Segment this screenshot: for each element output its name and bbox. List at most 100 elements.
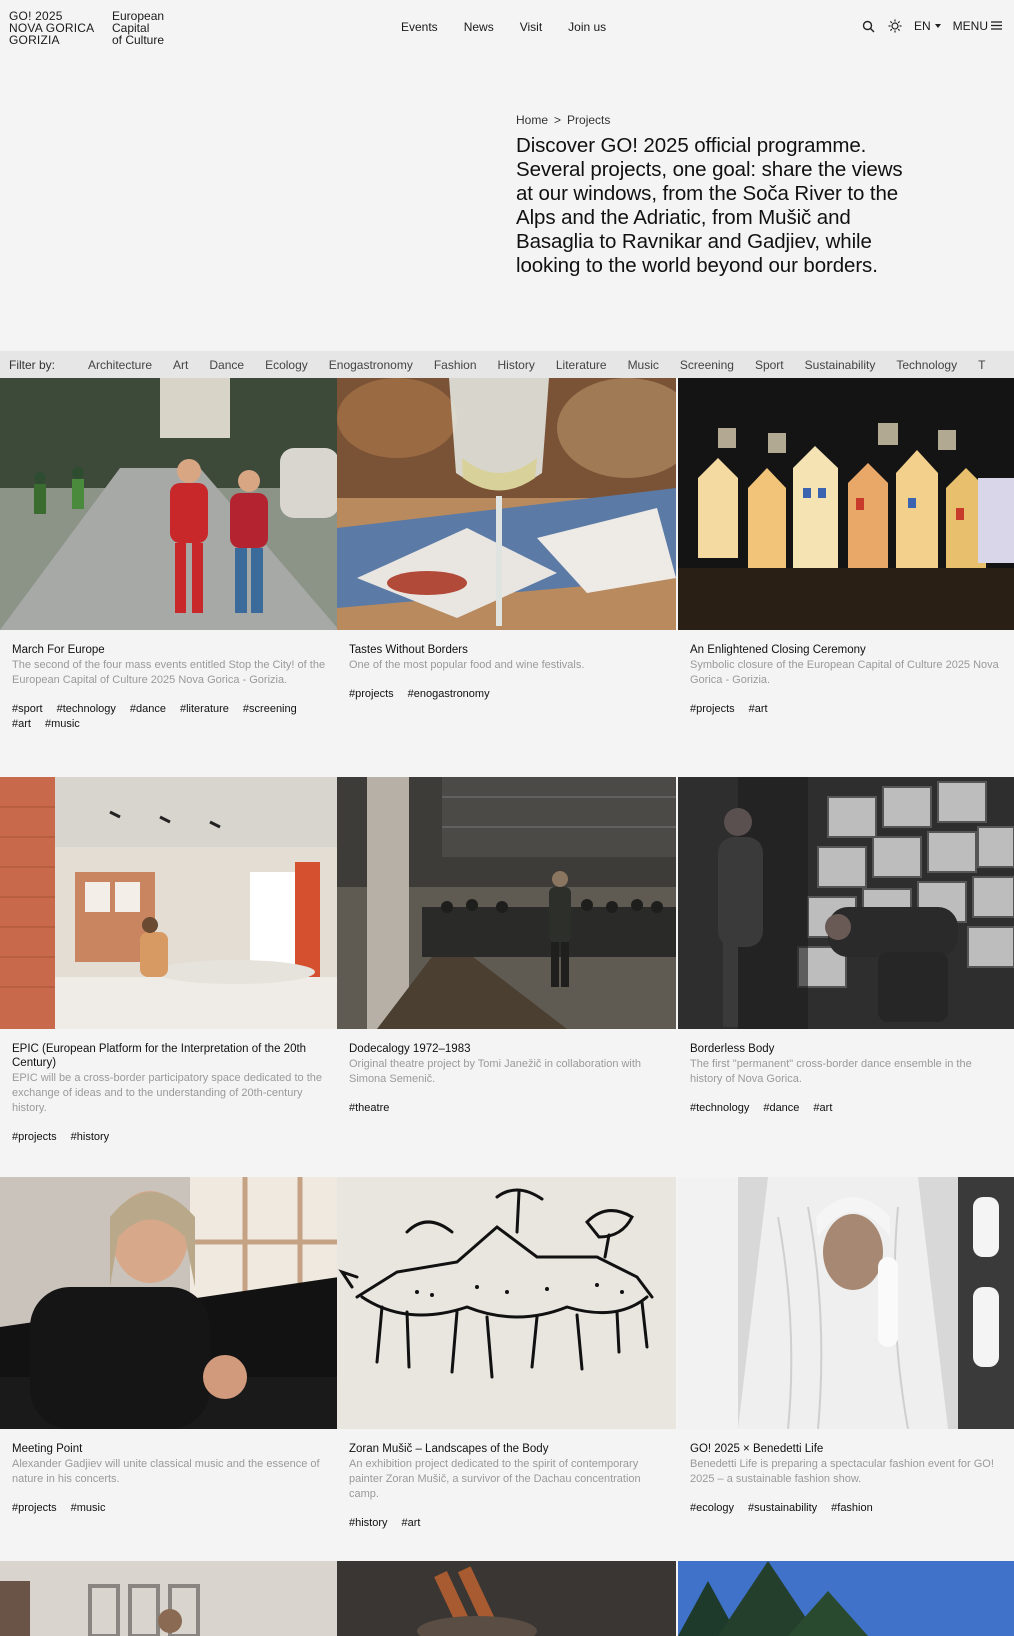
filter-technology[interactable]: Technology	[896, 358, 957, 372]
tag[interactable]: #projects	[349, 687, 394, 702]
tag[interactable]: #fashion	[831, 1501, 873, 1516]
project-description: One of the most popular food and wine fe…	[349, 659, 585, 671]
tag[interactable]: #history	[71, 1130, 110, 1145]
breadcrumb-current: Projects	[567, 113, 611, 127]
tag[interactable]: #sport	[12, 702, 43, 717]
project-image-borderless-body[interactable]	[678, 777, 1014, 1029]
project-title[interactable]: An Enlightened Closing Ceremony	[690, 643, 1002, 657]
project-image-epic[interactable]	[0, 777, 339, 1029]
search-icon[interactable]	[862, 19, 876, 33]
tag[interactable]: #music	[71, 1501, 106, 1516]
project-image-tastes[interactable]	[337, 378, 676, 630]
brightness-icon[interactable]	[888, 19, 902, 33]
filter-literature[interactable]: Literature	[556, 358, 607, 372]
tag[interactable]: #dance	[130, 702, 166, 717]
filter-enogastronomy[interactable]: Enogastronomy	[329, 358, 413, 372]
menu-button[interactable]: MENU	[953, 19, 1002, 33]
filter-list: Architecture Art Dance Ecology Enogastro…	[88, 358, 985, 372]
project-card[interactable]: March For Europe The second of the four …	[0, 378, 339, 732]
project-card[interactable]: Zoran Mušič – Landscapes of the Body An …	[337, 1177, 676, 1531]
filter-sustainability[interactable]: Sustainability	[805, 358, 876, 372]
hamburger-icon	[991, 19, 1002, 33]
tag[interactable]: #history	[349, 1516, 388, 1531]
project-image-zoran-music[interactable]	[337, 1177, 676, 1429]
tag[interactable]: #technology	[690, 1101, 749, 1116]
filter-sport[interactable]: Sport	[755, 358, 784, 372]
project-image-row4-1[interactable]	[0, 1561, 339, 1636]
project-description: EPIC will be a cross-border participator…	[12, 1072, 322, 1114]
project-card[interactable]: Meeting Point Alexander Gadjiev will uni…	[0, 1177, 339, 1516]
project-description: Original theatre project by Tomi Janežič…	[349, 1058, 642, 1085]
project-card[interactable]: EPIC (European Platform for the Interpre…	[0, 777, 339, 1145]
filter-screening[interactable]: Screening	[680, 358, 734, 372]
tag[interactable]: #dance	[763, 1101, 799, 1116]
tag[interactable]: #projects	[690, 702, 735, 717]
project-title[interactable]: Tastes Without Borders	[349, 643, 664, 657]
tag[interactable]: #screening	[243, 702, 297, 717]
project-image-closing[interactable]	[678, 378, 1014, 630]
project-description: Alexander Gadjiev will unite classical m…	[12, 1458, 320, 1485]
language-selector[interactable]: EN	[914, 19, 941, 33]
project-title[interactable]: GO! 2025 × Benedetti Life	[690, 1442, 1002, 1456]
project-title[interactable]: Borderless Body	[690, 1042, 1002, 1056]
filter-art[interactable]: Art	[173, 358, 188, 372]
project-tags: #sport #technology #dance #literature #s…	[12, 702, 327, 732]
project-card[interactable]	[337, 1561, 676, 1636]
tag[interactable]: #enogastronomy	[408, 687, 490, 702]
project-description: Symbolic closure of the European Capital…	[690, 659, 999, 686]
filter-fashion[interactable]: Fashion	[434, 358, 477, 372]
tag[interactable]: #sustainability	[748, 1501, 817, 1516]
logo[interactable]: GO! 2025 NOVA GORICA GORIZIA	[9, 10, 94, 46]
filter-bar: Filter by: Architecture Art Dance Ecolog…	[0, 351, 1014, 378]
tag[interactable]: #art	[813, 1101, 832, 1116]
project-image-dodecalogy[interactable]	[337, 777, 676, 1029]
project-card[interactable]: GO! 2025 × Benedetti Life Benedetti Life…	[678, 1177, 1014, 1516]
main-nav: Events News Visit Join us	[401, 20, 606, 34]
project-image-row4-2[interactable]	[337, 1561, 676, 1636]
filter-music[interactable]: Music	[628, 358, 659, 372]
breadcrumb-separator: >	[554, 113, 562, 127]
filter-architecture[interactable]: Architecture	[88, 358, 152, 372]
tag[interactable]: #music	[45, 717, 80, 732]
tag[interactable]: #ecology	[690, 1501, 734, 1516]
caret-down-icon	[934, 24, 941, 28]
project-tags: #history #art	[349, 1516, 664, 1531]
project-title[interactable]: Dodecalogy 1972–1983	[349, 1042, 664, 1056]
filter-ecology[interactable]: Ecology	[265, 358, 308, 372]
tag[interactable]: #theatre	[349, 1101, 389, 1116]
tag[interactable]: #literature	[180, 702, 229, 717]
nav-join-us[interactable]: Join us	[568, 20, 606, 34]
tag[interactable]: #art	[749, 702, 768, 717]
nav-visit[interactable]: Visit	[520, 20, 542, 34]
project-card[interactable]: Borderless Body The first "permanent" cr…	[678, 777, 1014, 1116]
logo-sub-line: of Culture	[112, 33, 165, 47]
tag[interactable]: #art	[12, 717, 31, 732]
project-card[interactable]: Dodecalogy 1972–1983 Original theatre pr…	[337, 777, 676, 1116]
filter-history[interactable]: History	[498, 358, 535, 372]
project-title[interactable]: March For Europe	[12, 643, 327, 657]
breadcrumb-home[interactable]: Home	[516, 113, 548, 127]
nav-events[interactable]: Events	[401, 20, 438, 34]
project-title[interactable]: Zoran Mušič – Landscapes of the Body	[349, 1442, 664, 1456]
nav-news[interactable]: News	[464, 20, 494, 34]
project-tags: #projects #history	[12, 1130, 327, 1145]
logo-subtitle: European Capital of Culture	[112, 10, 164, 46]
project-description: The first "permanent" cross-border dance…	[690, 1058, 972, 1085]
project-image-march[interactable]	[0, 378, 339, 630]
project-image-benedetti[interactable]	[678, 1177, 1014, 1429]
project-image-meeting-point[interactable]	[0, 1177, 339, 1429]
project-image-row4-3[interactable]	[678, 1561, 1014, 1636]
tag[interactable]: #projects	[12, 1501, 57, 1516]
project-title[interactable]: Meeting Point	[12, 1442, 327, 1456]
filter-truncated[interactable]: T	[978, 358, 985, 372]
filter-dance[interactable]: Dance	[209, 358, 244, 372]
project-card[interactable]	[0, 1561, 339, 1636]
tag[interactable]: #projects	[12, 1130, 57, 1145]
project-title[interactable]: EPIC (European Platform for the Interpre…	[12, 1042, 327, 1070]
project-card[interactable]: Tastes Without Borders One of the most p…	[337, 378, 676, 702]
tag[interactable]: #art	[402, 1516, 421, 1531]
project-description: The second of the four mass events entit…	[12, 659, 326, 686]
tag[interactable]: #technology	[57, 702, 116, 717]
project-card[interactable]: An Enlightened Closing Ceremony Symbolic…	[678, 378, 1014, 717]
project-card[interactable]	[678, 1561, 1014, 1636]
